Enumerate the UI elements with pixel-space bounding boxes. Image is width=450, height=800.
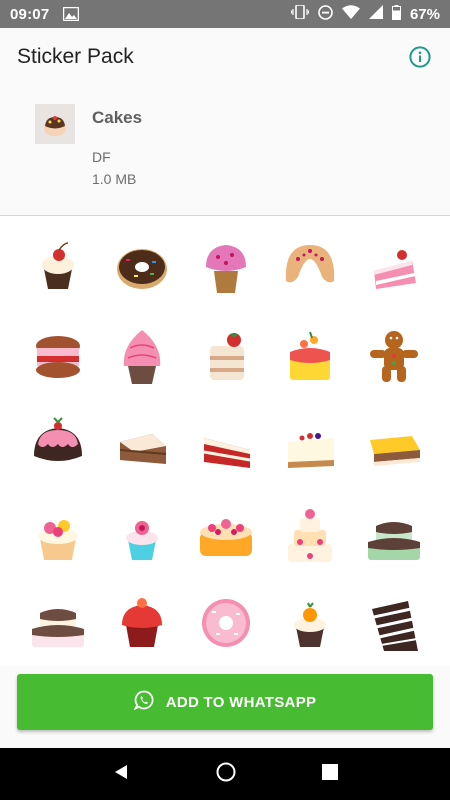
sticker-tiered-flower-cake[interactable] (275, 501, 345, 571)
status-time: 09:07 (10, 5, 50, 23)
add-button-area: ADD TO WHATSAPP (0, 666, 450, 748)
sticker-macaron-sandwich[interactable] (23, 321, 93, 391)
battery-percent: 67% (409, 5, 440, 23)
sticker-mini-flower-cupcake[interactable] (107, 501, 177, 571)
sticker-pink-donut[interactable] (191, 588, 261, 658)
status-icons: 67% (290, 4, 440, 24)
recents-icon[interactable] (321, 763, 338, 785)
sticker-pink-swirl-cupcake[interactable] (107, 321, 177, 391)
page-title: Sticker Pack (17, 45, 134, 68)
whatsapp-icon (133, 690, 154, 715)
sticker-pink-cupcake[interactable] (191, 232, 261, 302)
signal-icon (368, 5, 383, 23)
home-icon[interactable] (215, 761, 237, 788)
sticker-croissant[interactable] (275, 232, 345, 302)
sticker-round-flower-cake[interactable] (191, 501, 261, 571)
pack-publisher: DF (92, 149, 111, 165)
back-icon[interactable] (112, 763, 130, 786)
sticker-black-forest-slice[interactable] (359, 588, 429, 658)
sticker-chocolate-donut[interactable] (107, 232, 177, 302)
vibrate-icon (290, 4, 310, 23)
sticker-chocolate-slice[interactable] (107, 411, 177, 481)
app-bar: Sticker Pack (0, 28, 450, 86)
info-icon[interactable] (407, 44, 433, 70)
sticker-fruit-topped-cake[interactable] (275, 321, 345, 391)
pack-tray-icon (35, 104, 75, 144)
pack-size: 1.0 MB (92, 171, 137, 187)
sticker-orange-cupcake[interactable] (275, 588, 345, 658)
sticker-chocolate-pudding[interactable] (23, 411, 93, 481)
sticker-strawberry-cake-slice[interactable] (359, 232, 429, 302)
dnd-icon (318, 4, 333, 24)
add-to-whatsapp-label: ADD TO WHATSAPP (165, 693, 317, 711)
status-bar: 09:07 67% (0, 0, 450, 28)
sticker-tiered-chocolate-cake[interactable] (23, 588, 93, 658)
pack-name: Cakes (92, 108, 143, 127)
sticker-grid (0, 216, 450, 666)
sticker-tiered-mint-cake[interactable] (359, 501, 429, 571)
sticker-cupcake-cherry[interactable] (23, 232, 93, 302)
battery-icon (391, 4, 401, 24)
add-to-whatsapp-button[interactable]: ADD TO WHATSAPP (17, 674, 433, 730)
sticker-flower-cupcake[interactable] (23, 501, 93, 571)
sticker-layer-cake-strawberry[interactable] (191, 321, 261, 391)
sticker-red-velvet-slice[interactable] (191, 411, 261, 481)
sticker-lemon-tart-slice[interactable] (359, 411, 429, 481)
sticker-red-cupcake[interactable] (107, 588, 177, 658)
wifi-icon (341, 5, 360, 23)
system-nav-bar (0, 748, 450, 800)
sticker-gingerbread-man[interactable] (359, 321, 429, 391)
sticker-cheesecake-slice[interactable] (275, 411, 345, 481)
pack-header: Cakes DF 1.0 MB (0, 86, 450, 216)
gallery-notification-icon (63, 7, 80, 21)
